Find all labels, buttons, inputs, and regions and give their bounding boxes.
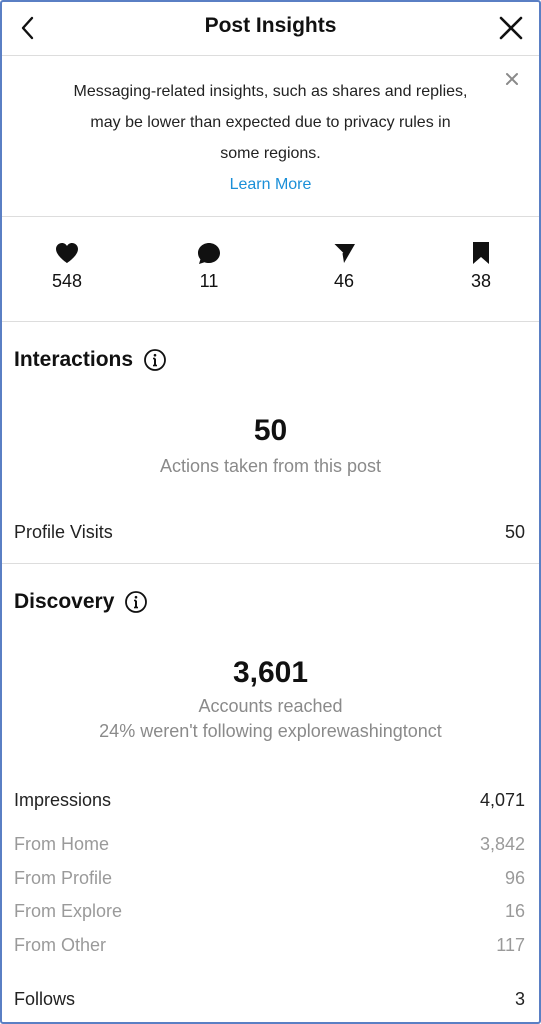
learn-more-link[interactable]: Learn More xyxy=(2,176,539,194)
accounts-reached-label: Accounts reached xyxy=(198,696,343,716)
privacy-notice: Messaging-related insights, such as shar… xyxy=(2,56,539,217)
bookmark-icon xyxy=(441,241,521,265)
engagement-stats: 548 11 46 38 xyxy=(2,217,539,322)
row-label: From Profile xyxy=(14,868,113,888)
from-profile-row: From Profile 96 xyxy=(14,868,525,889)
accounts-reached-total: 3,601 xyxy=(232,656,309,689)
interactions-section: Interactions 50 Actions taken from this … xyxy=(2,322,539,564)
row-label: Profile Visits xyxy=(14,522,113,542)
notice-message: Messaging-related insights, such as shar… xyxy=(42,76,499,169)
info-icon[interactable] xyxy=(124,590,148,614)
section-title: Discovery xyxy=(14,590,115,613)
discovery-section: Discovery 3,601 Accounts reached 24% wer… xyxy=(2,564,539,1022)
interactions-subtitle: Actions taken from this post xyxy=(159,456,382,476)
row-value: 50 xyxy=(504,522,525,542)
row-label: From Home xyxy=(14,834,110,854)
row-value: 3,842 xyxy=(479,834,525,854)
profile-visits-row: Profile Visits 50 xyxy=(14,522,525,543)
notice-line: some regions. xyxy=(220,145,321,162)
notice-line: Messaging-related insights, such as shar… xyxy=(73,83,468,100)
info-icon[interactable] xyxy=(143,348,167,372)
paper-plane-icon xyxy=(304,241,384,265)
saves-stat: 38 xyxy=(441,241,521,292)
close-small-icon[interactable] xyxy=(503,70,521,88)
likes-count: 548 xyxy=(51,271,83,291)
discovery-heading: Discovery xyxy=(14,590,148,614)
from-home-row: From Home 3,842 xyxy=(14,834,525,855)
comment-bubble-icon xyxy=(169,241,249,265)
comments-count: 11 xyxy=(199,271,219,291)
row-label: Follows xyxy=(14,989,76,1009)
row-label: From Other xyxy=(14,935,107,955)
notice-line: may be lower than expected due to privac… xyxy=(90,114,451,131)
saves-count: 38 xyxy=(470,271,492,291)
impressions-row: Impressions 4,071 xyxy=(14,790,525,811)
non-followers-note: 24% weren't following explorewashingtonc… xyxy=(99,721,442,741)
heart-icon xyxy=(27,241,107,265)
interactions-heading: Interactions xyxy=(14,348,167,372)
section-title: Interactions xyxy=(14,348,134,371)
shares-count: 46 xyxy=(333,271,355,291)
page-title: Post Insights xyxy=(204,14,337,37)
follows-row: Follows 3 xyxy=(14,989,525,1010)
row-label: From Explore xyxy=(14,901,123,921)
from-explore-row: From Explore 16 xyxy=(14,901,525,922)
row-value: 117 xyxy=(496,935,525,955)
row-label: Impressions xyxy=(14,790,112,810)
comments-stat: 11 xyxy=(169,241,249,292)
header: Post Insights xyxy=(2,2,539,56)
row-value: 3 xyxy=(514,989,525,1009)
row-value: 4,071 xyxy=(479,790,525,810)
interactions-total: 50 xyxy=(253,414,288,447)
close-icon[interactable] xyxy=(497,14,525,42)
row-value: 16 xyxy=(504,901,525,921)
shares-stat: 46 xyxy=(304,241,384,292)
row-value: 96 xyxy=(504,868,525,888)
likes-stat: 548 xyxy=(27,241,107,292)
from-other-row: From Other 117 xyxy=(14,935,525,956)
post-insights-screen: Post Insights Messaging-related insights… xyxy=(0,0,541,1024)
